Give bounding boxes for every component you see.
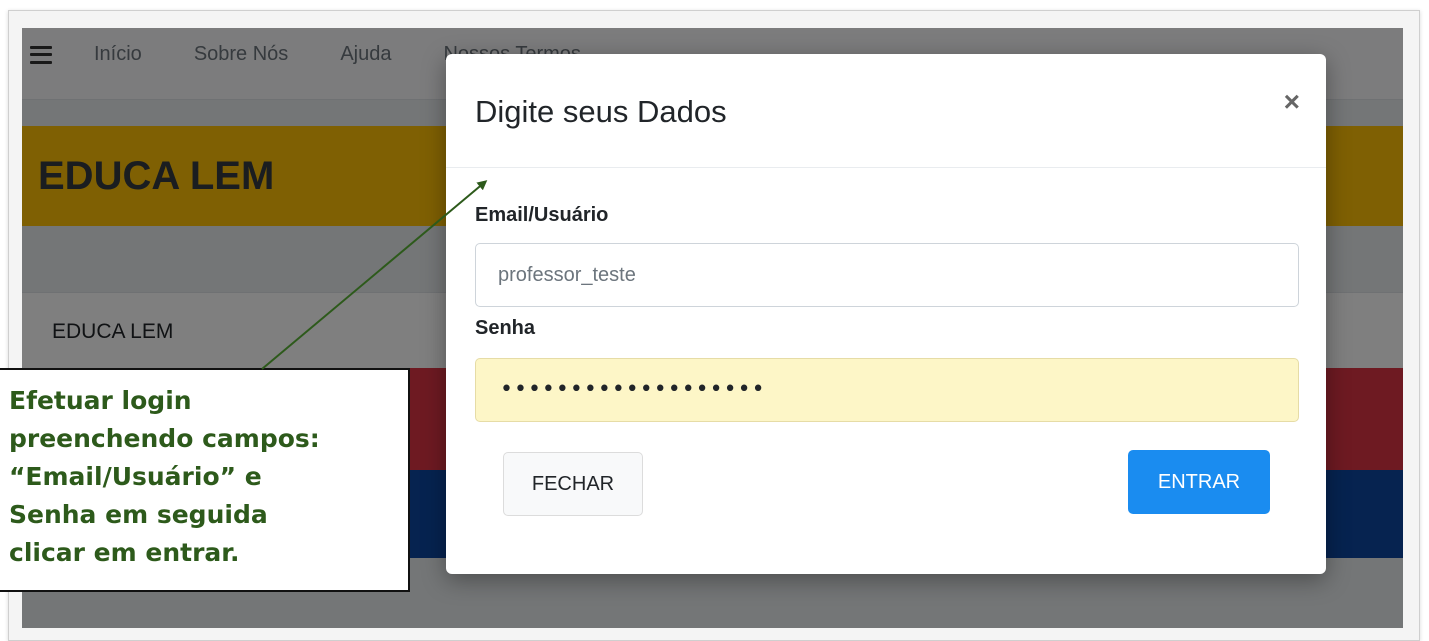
close-button[interactable]: FECHAR xyxy=(503,452,643,516)
annotation-callout: Efetuar login preenchendo campos: “Email… xyxy=(0,368,410,592)
modal-footer: FECHAR ENTRAR xyxy=(446,422,1326,522)
modal-header: Digite seus Dados × xyxy=(446,54,1326,168)
annotation-text: Efetuar login preenchendo campos: “Email… xyxy=(9,386,320,567)
modal-title: Digite seus Dados xyxy=(475,94,727,129)
password-label: Senha xyxy=(475,317,536,339)
email-field[interactable] xyxy=(475,243,1299,307)
close-icon[interactable]: × xyxy=(1284,88,1300,116)
modal-body: Email/Usuário Senha ••••••••••••••••••• xyxy=(446,168,1326,422)
password-field[interactable]: ••••••••••••••••••• xyxy=(475,358,1299,422)
email-label: Email/Usuário xyxy=(475,204,609,226)
login-button[interactable]: ENTRAR xyxy=(1128,450,1270,514)
login-modal: Digite seus Dados × Email/Usuário Senha … xyxy=(446,54,1326,574)
